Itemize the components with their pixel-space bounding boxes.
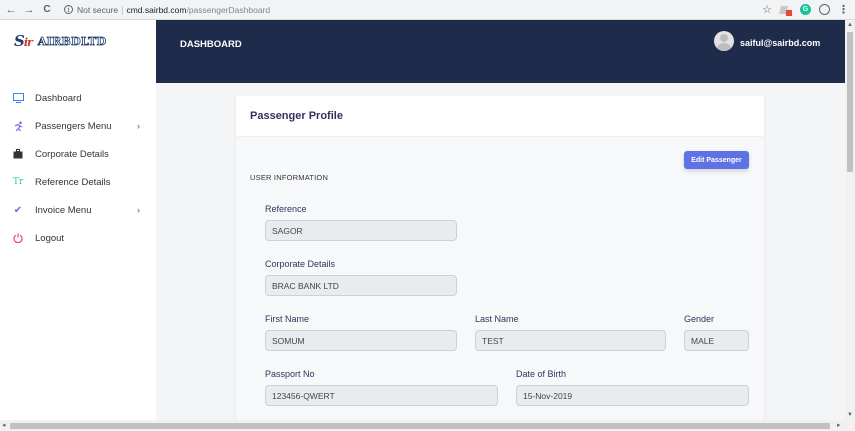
gender-field[interactable]: MALE xyxy=(684,330,749,351)
monitor-icon xyxy=(12,92,24,104)
sidebar-item-label: Logout xyxy=(35,232,65,244)
corporate-details-field[interactable]: BRAC BANK LTD xyxy=(265,275,457,296)
vertical-scrollbar-thumb[interactable] xyxy=(847,32,853,172)
horizontal-scrollbar-thumb[interactable] xyxy=(10,423,830,429)
scroll-left-icon[interactable]: ◂ xyxy=(2,421,6,429)
sidebar: Sir AIRBDLTD Dashboard Passengers Menu ›… xyxy=(0,20,156,420)
scroll-right-icon[interactable]: ▸ xyxy=(837,421,841,429)
sidebar-item-label: Reference Details xyxy=(35,176,111,188)
kebab-menu-icon[interactable]: ⋮ xyxy=(838,3,849,16)
first-name-field[interactable]: SOMUM xyxy=(265,330,457,351)
logo-text: AIRBDLTD xyxy=(37,34,107,48)
forward-icon[interactable]: → xyxy=(22,3,36,17)
profile-icon[interactable] xyxy=(819,4,830,15)
corporate-details-label: Corporate Details xyxy=(265,259,336,269)
not-secure-label: Not secure xyxy=(77,4,119,15)
extension-icon[interactable] xyxy=(778,4,792,16)
sidebar-item-invoice-menu[interactable]: ✔ Invoice Menu › xyxy=(0,196,156,224)
last-name-field[interactable]: TEST xyxy=(475,330,666,351)
user-email[interactable]: saiful@sairbd.com xyxy=(740,38,820,48)
top-header: DASHBOARD saiful@sairbd.com xyxy=(156,20,845,83)
reload-icon[interactable]: C xyxy=(40,3,54,17)
card-header: Passenger Profile xyxy=(236,96,764,137)
back-icon[interactable]: ← xyxy=(4,3,18,17)
sidebar-item-logout[interactable]: Logout xyxy=(0,224,156,252)
scroll-down-icon[interactable]: ▼ xyxy=(847,412,853,418)
text-icon: Tr xyxy=(12,177,24,187)
logo[interactable]: Sir AIRBDLTD xyxy=(0,20,156,62)
chevron-right-icon: › xyxy=(137,205,140,215)
url-separator: | xyxy=(121,4,124,15)
browser-actions: ☆ G ⋮ xyxy=(762,3,849,16)
browser-toolbar: ← → C i Not secure | cmd.sairbd.com/pass… xyxy=(0,0,855,20)
sidebar-item-label: Dashboard xyxy=(35,92,82,104)
passport-no-field[interactable]: 123456-QWERT xyxy=(265,385,498,406)
gender-label: Gender xyxy=(684,314,715,324)
sidebar-item-reference-details[interactable]: Tr Reference Details xyxy=(0,168,156,196)
first-name-label: First Name xyxy=(265,314,310,324)
avatar[interactable] xyxy=(714,31,734,51)
date-of-birth-label: Date of Birth xyxy=(516,369,567,379)
sidebar-item-label: Corporate Details xyxy=(35,148,109,160)
date-of-birth-field[interactable]: 15-Nov-2019 xyxy=(516,385,749,406)
last-name-label: Last Name xyxy=(475,314,519,324)
page-title: DASHBOARD xyxy=(180,39,242,50)
briefcase-icon xyxy=(12,148,24,160)
sidebar-item-label: Passengers Menu xyxy=(35,120,112,132)
card-title: Passenger Profile xyxy=(250,110,343,122)
sidebar-menu: Dashboard Passengers Menu › Corporate De… xyxy=(0,84,156,252)
running-person-icon xyxy=(12,120,24,132)
sidebar-item-label: Invoice Menu xyxy=(35,204,92,216)
reference-label: Reference xyxy=(265,204,307,214)
horizontal-scrollbar[interactable]: ◂ ▸ xyxy=(0,420,855,431)
section-heading: USER INFORMATION xyxy=(250,173,329,182)
url-domain: cmd.sairbd.com xyxy=(126,4,187,15)
address-bar[interactable]: cmd.sairbd.com/passengerDashboard xyxy=(126,5,270,15)
info-icon[interactable]: i xyxy=(64,5,73,14)
passenger-profile-card: Passenger Profile Edit Passenger USER IN… xyxy=(236,96,764,420)
grammarly-icon[interactable]: G xyxy=(800,4,811,15)
sidebar-item-dashboard[interactable]: Dashboard xyxy=(0,84,156,112)
power-icon xyxy=(12,232,24,244)
check-icon: ✔ xyxy=(13,204,23,216)
reference-field[interactable]: SAGOR xyxy=(265,220,457,241)
sidebar-item-passengers-menu[interactable]: Passengers Menu › xyxy=(0,112,156,140)
passport-no-label: Passport No xyxy=(265,369,315,379)
edit-passenger-button[interactable]: Edit Passenger xyxy=(684,151,749,169)
sidebar-item-corporate-details[interactable]: Corporate Details xyxy=(0,140,156,168)
scroll-up-icon[interactable]: ▲ xyxy=(847,22,853,28)
vertical-scrollbar[interactable]: ▲ ▼ xyxy=(845,20,855,420)
logo-mark: Sir xyxy=(14,32,33,50)
bookmark-star-icon[interactable]: ☆ xyxy=(762,3,772,16)
url-path: /passengerDashboard xyxy=(186,4,271,15)
chevron-right-icon: › xyxy=(137,121,140,131)
